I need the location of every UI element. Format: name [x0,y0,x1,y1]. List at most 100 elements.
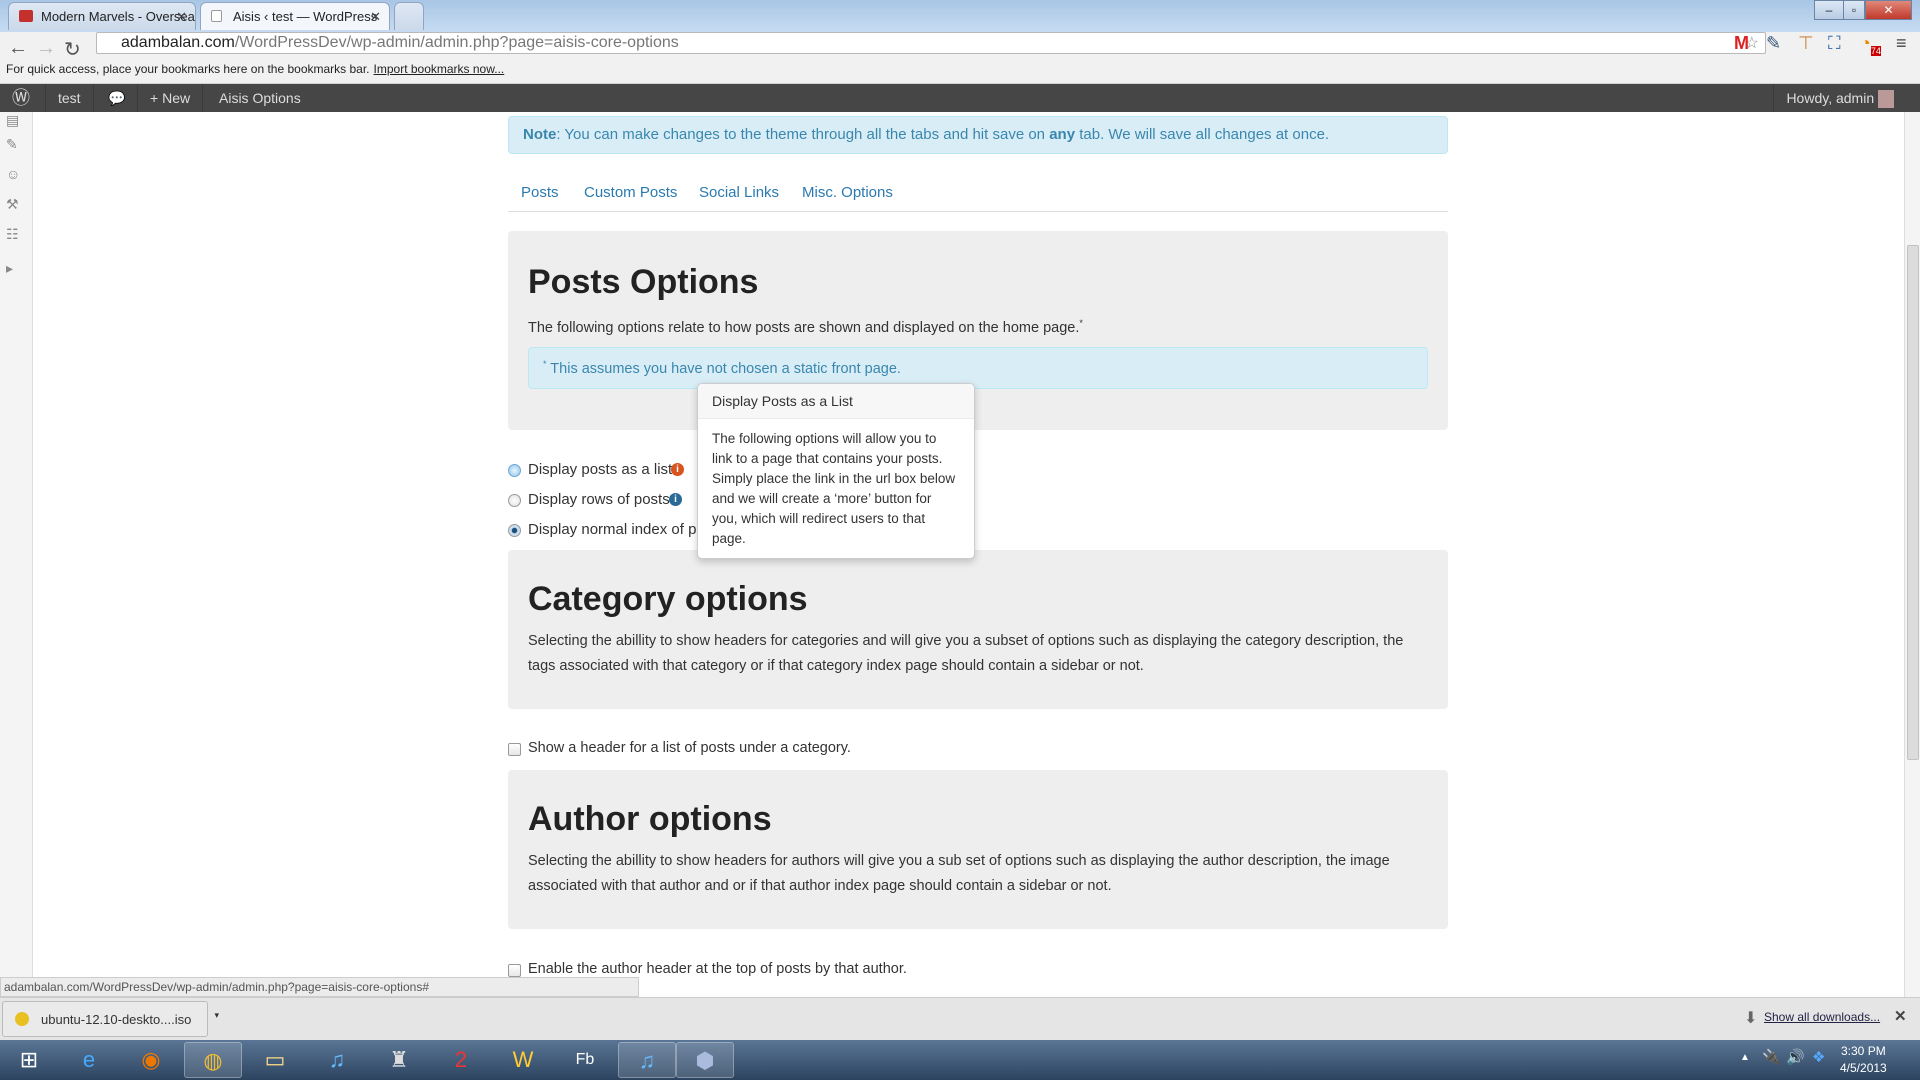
internet-explorer-icon[interactable]: e [60,1042,118,1078]
page-scrollbar[interactable] [1904,112,1920,997]
minimize-button[interactable]: – [1814,0,1844,20]
file-explorer-icon[interactable]: ▭ [246,1042,304,1078]
reload-icon[interactable]: ↻ [64,37,81,62]
disc-icon [15,1012,29,1026]
forward-icon[interactable]: → [36,37,56,60]
tab-misc-options[interactable]: Misc. Options [802,184,893,201]
import-bookmarks-link[interactable]: Import bookmarks now... [374,62,505,76]
download-menu-arrow-icon[interactable]: ▾ [214,1010,219,1021]
tools-icon[interactable]: ⚒ [6,196,24,213]
close-window-button[interactable]: ✕ [1865,0,1912,20]
appearance-icon[interactable]: ✎ [6,136,24,153]
itunes-running-icon[interactable]: ♫ [618,1042,676,1078]
description-text: The following options relate to how post… [528,319,1080,336]
wp-admin-bar: Ⓦ test 💬 + New Aisis Options Howdy, admi… [0,84,1920,112]
bookmarks-hint: For quick access, place your bookmarks h… [6,62,370,76]
eyedropper-icon[interactable]: ✎ [1766,33,1781,54]
close-tab-icon[interactable]: ✕ [370,9,381,25]
note-text: : You can make changes to the theme thro… [556,126,1050,143]
menu-icon[interactable]: ≡ [1896,33,1907,54]
howdy-label: Howdy, admin [1786,90,1875,106]
chrome-icon[interactable]: ◍ [184,1042,242,1078]
radio-label: Display rows of posts. [528,491,674,508]
browser-tab-strip: Modern Marvels - Oversea ✕ Aisis ‹ test —… [0,0,1920,32]
section-description: Selecting the abillity to show headers f… [528,633,1404,674]
download-filename: ubuntu-12.10-deskto....iso [41,1012,192,1027]
wordpress-logo-icon[interactable]: Ⓦ [0,84,46,112]
note-text-end: tab. We will save all changes at once. [1075,126,1330,143]
avatar [1878,90,1894,109]
bookmarks-bar: For quick access, place your bookmarks h… [6,62,504,76]
maximize-button[interactable]: ▫ [1843,0,1865,20]
save-note: Note: You can make changes to the theme … [508,116,1448,154]
users-icon[interactable]: ☺ [6,166,24,182]
back-icon[interactable]: ← [8,37,28,60]
comments-icon[interactable]: 💬 [96,84,138,112]
footnote-box: * This assumes you have not chosen a sta… [528,347,1428,389]
browser-tab[interactable]: Modern Marvels - Oversea ✕ [8,2,196,30]
note-label: Note [523,126,557,143]
guild-wars-2-icon[interactable]: 2 [432,1042,490,1078]
section-description: The following options relate to how post… [528,311,1428,341]
power-icon[interactable]: 🔌 [1762,1048,1781,1066]
url-host: adambalan.com [121,34,235,51]
new-label: New [162,90,191,106]
windows-taskbar: ⊞ e ◉ ◍ ▭ ♫ ♜ 2 W Fb ♫ ⬢ ▲ 🔌 🔊 ❖ 3:30 PM… [0,1040,1920,1080]
footnote-marker: * [543,359,547,369]
popover-body: The following options will allow you to … [712,431,956,546]
posts-options-panel: Posts Options The following options rela… [508,231,1448,430]
status-bubble: adambalan.com/WordPressDev/wp-admin/admi… [0,977,639,997]
new-tab-button[interactable] [394,2,424,30]
options-tabs: Posts Custom Posts Social Links Misc. Op… [508,178,1448,212]
radio-label: Display posts as a list. [528,461,677,478]
tray-expand-icon[interactable]: ▲ [1740,1052,1750,1063]
radio-rows-of-posts[interactable] [508,494,521,507]
world-of-warcraft-icon[interactable]: W [494,1042,552,1078]
section-title: Category options [528,580,808,618]
info-icon[interactable]: i [671,463,684,476]
address-bar[interactable]: adambalan.com/WordPressDev/wp-admin/admi… [96,32,1766,54]
admin-sidebar-collapsed: ▤ ✎ ☺ ⚒ ☷ ▸ [0,112,33,977]
firefox-icon[interactable]: ◉ [122,1042,180,1078]
howdy-account-menu[interactable]: Howdy, admin [1773,84,1906,112]
radio-posts-list[interactable] [508,464,521,477]
show-all-downloads-link[interactable]: Show all downloads... [1764,1010,1880,1024]
start-button[interactable]: ⊞ [0,1042,58,1078]
volume-icon[interactable]: 🔊 [1786,1048,1805,1066]
screenshot-icon[interactable]: ⛶ [1828,33,1841,54]
scrollbar-thumb[interactable] [1907,245,1919,760]
settings-icon[interactable]: ☷ [6,226,24,243]
close-tab-icon[interactable]: ✕ [176,9,187,25]
site-name-link[interactable]: test [46,84,94,112]
system-clock[interactable]: 3:30 PM 4/5/2013 [1840,1043,1887,1077]
page-icon [211,10,222,22]
tab-posts[interactable]: Posts [521,184,559,201]
author-header-checkbox[interactable] [508,964,521,977]
game-helmet-icon[interactable]: ♜ [370,1042,428,1078]
section-title: Author options [528,800,772,838]
tab-social-links[interactable]: Social Links [699,184,779,201]
media-icon[interactable]: ▤ [6,112,24,129]
clock-date: 4/5/2013 [1840,1061,1887,1075]
info-icon[interactable]: i [669,493,682,506]
clock-time: 3:30 PM [1841,1044,1886,1058]
tab-custom-posts[interactable]: Custom Posts [584,184,677,201]
ruler-icon[interactable]: ⊤ [1798,33,1814,54]
virtualbox-icon[interactable]: ⬢ [676,1042,734,1078]
new-content-link[interactable]: + New [138,84,204,112]
close-downloads-icon[interactable]: ✕ [1894,1007,1907,1025]
category-header-checkbox[interactable] [508,743,521,756]
rss-icon[interactable]: ◔74 [1860,33,1881,56]
itunes-icon[interactable]: ♫ [308,1042,366,1078]
tab-title: Modern Marvels - Oversea [41,9,195,24]
flash-builder-icon[interactable]: Fb [556,1042,614,1078]
browser-tab-active[interactable]: Aisis ‹ test — WordPress ✕ [200,2,390,30]
collapse-menu-icon[interactable]: ▸ [6,260,24,277]
dropbox-icon[interactable]: ❖ [1812,1048,1825,1066]
gmail-icon[interactable]: M [1734,33,1749,54]
download-item[interactable]: ubuntu-12.10-deskto....iso ▾ [2,1001,219,1037]
popover-title: Display Posts as a List [698,384,974,419]
checkbox-label: Show a header for a list of posts under … [528,740,851,756]
radio-normal-index[interactable] [508,524,521,537]
aisis-options-link[interactable]: Aisis Options [207,84,313,112]
